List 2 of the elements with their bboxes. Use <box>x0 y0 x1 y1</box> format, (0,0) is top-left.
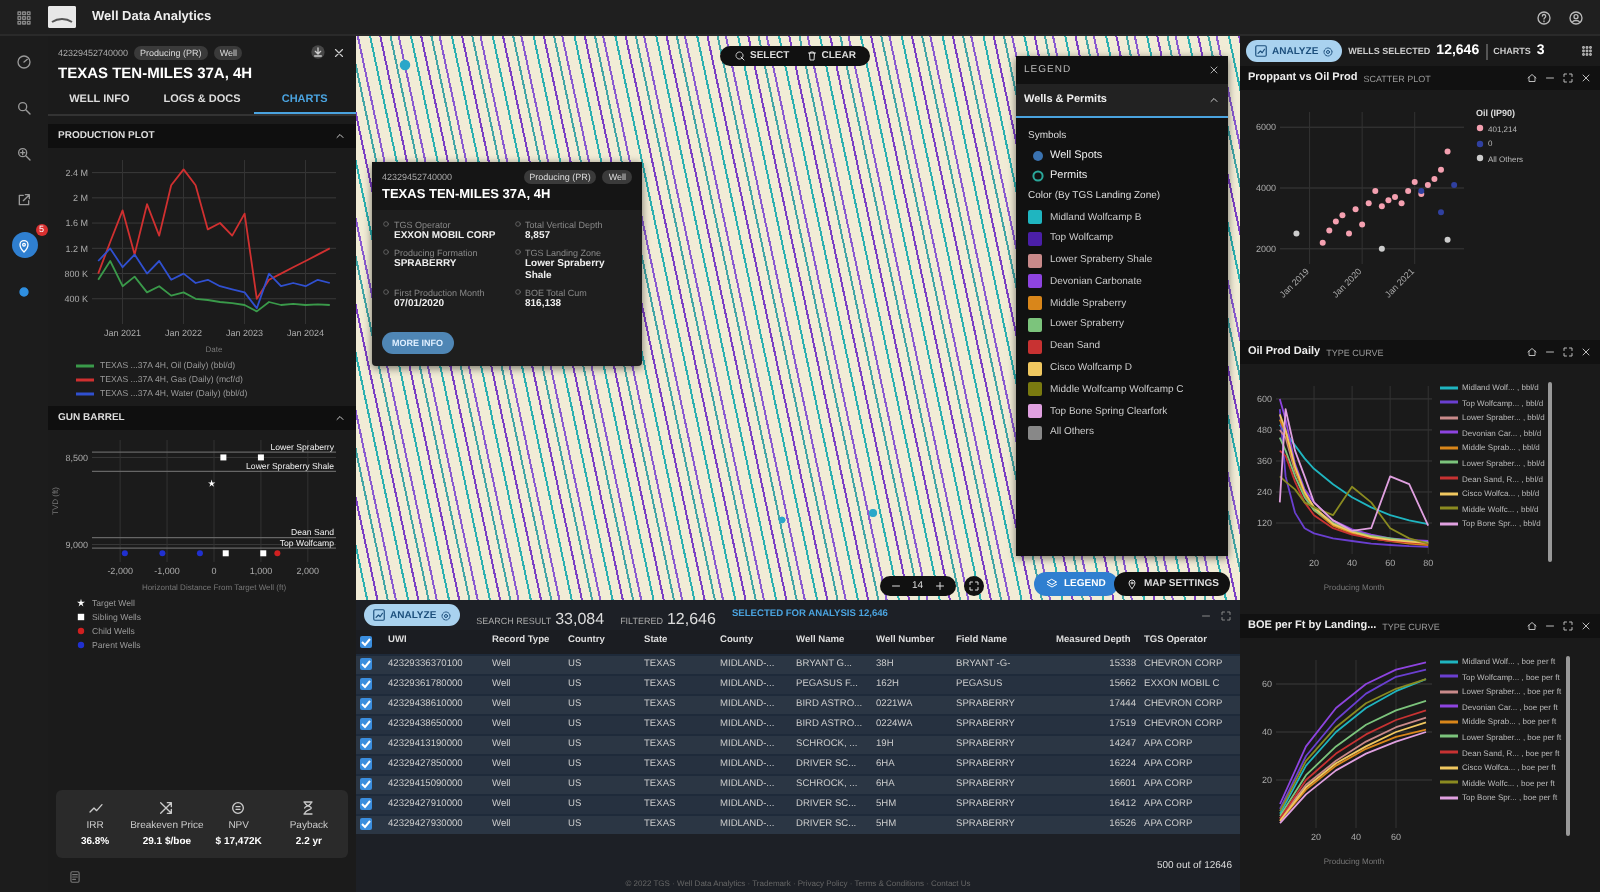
stat-value: 12,646 <box>666 609 716 627</box>
stat-value: 33,084 <box>555 609 605 627</box>
